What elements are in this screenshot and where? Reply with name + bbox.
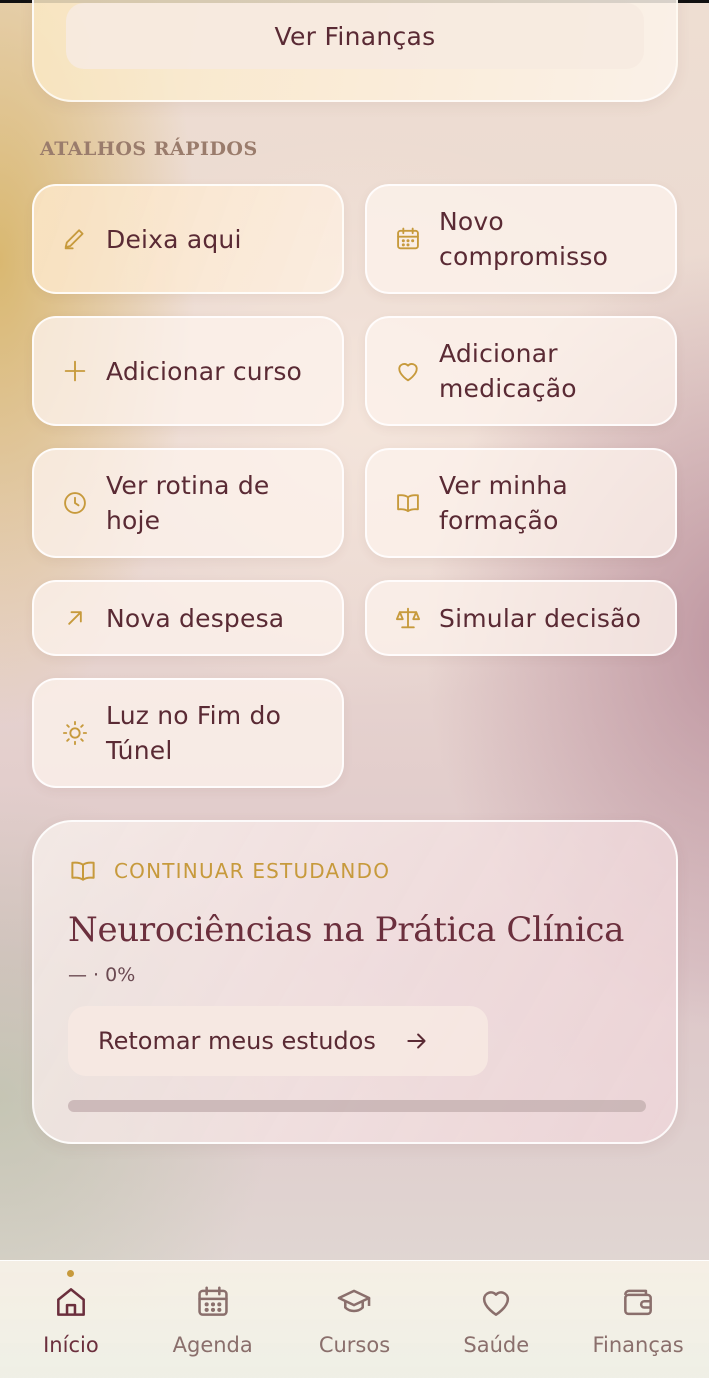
continue-studying-label: CONTINUAR ESTUDANDO — [114, 859, 391, 883]
shortcut-novo-compromisso[interactable]: Novo compromisso — [365, 184, 677, 294]
shortcut-adicionar-curso[interactable]: Adicionar curso — [32, 316, 344, 426]
graduation-cap-icon — [338, 1289, 371, 1313]
shortcut-label: Nova despesa — [106, 603, 285, 633]
shortcut-label: Adicionar curso — [106, 356, 303, 386]
sun-icon — [60, 718, 90, 748]
heart-icon — [483, 1291, 510, 1316]
wallet-icon — [624, 1289, 653, 1316]
shortcut-label: Luz no Fim do Túnel — [106, 701, 282, 765]
nav-item-saude[interactable]: Saúde — [425, 1261, 567, 1378]
calendar-icon — [197, 1286, 228, 1316]
nav-label: Saúde — [463, 1333, 530, 1357]
shortcut-label: Ver minha formação — [439, 471, 568, 535]
continue-studying-card: CONTINUAR ESTUDANDO Neurociências na Prá… — [32, 820, 678, 1144]
shortcut-label: Deixa aqui — [106, 224, 242, 254]
arrow-right-icon — [404, 1028, 430, 1054]
bottom-nav: Início Agenda Cursos Saúde Finanças — [0, 1260, 709, 1378]
shortcut-label: Adicionar medicação — [439, 339, 577, 403]
clock-icon — [60, 488, 90, 518]
nav-item-cursos[interactable]: Cursos — [284, 1261, 426, 1378]
shortcut-label: Novo compromisso — [439, 207, 609, 271]
shortcut-label: Simular decisão — [439, 603, 642, 633]
continue-studying-header: CONTINUAR ESTUDANDO — [68, 856, 390, 886]
nav-item-inicio[interactable]: Início — [0, 1261, 142, 1378]
nav-item-financas[interactable]: Finanças — [567, 1261, 709, 1378]
view-finances-button[interactable]: Ver Finanças — [66, 3, 644, 69]
shortcuts-section-title: ATALHOS RÁPIDOS — [40, 138, 258, 160]
course-progress-text: — · 0% — [68, 964, 136, 986]
shortcut-luz-no-fim-do-tunel[interactable]: Luz no Fim do Túnel — [32, 678, 344, 788]
nav-item-agenda[interactable]: Agenda — [142, 1261, 284, 1378]
heart-icon — [393, 356, 423, 386]
shortcut-nova-despesa[interactable]: Nova despesa — [32, 580, 344, 656]
home-icon — [56, 1288, 85, 1316]
shortcut-ver-formacao[interactable]: Ver minha formação — [365, 448, 677, 558]
book-icon — [71, 861, 95, 881]
shortcut-deixa-aqui[interactable]: Deixa aqui — [32, 184, 344, 294]
active-indicator-dot — [67, 1270, 75, 1277]
resume-studies-label: Retomar meus estudos — [98, 1027, 376, 1055]
resume-studies-button[interactable]: Retomar meus estudos — [68, 1006, 488, 1076]
shortcut-ver-rotina[interactable]: Ver rotina de hoje — [32, 448, 344, 558]
pencil-icon — [60, 224, 90, 254]
shortcut-simular-decisao[interactable]: Simular decisão — [365, 580, 677, 656]
nav-label: Finanças — [592, 1333, 684, 1357]
course-title: Neurociências na Prática Clínica — [68, 910, 625, 950]
nav-label: Início — [43, 1333, 99, 1357]
calendar-icon — [393, 224, 423, 254]
shortcut-label: Ver rotina de hoje — [106, 471, 270, 535]
plus-icon — [60, 356, 90, 386]
book-icon — [393, 488, 423, 518]
nav-label: Agenda — [172, 1333, 253, 1357]
course-progress-bar — [68, 1100, 646, 1112]
shortcut-adicionar-medicacao[interactable]: Adicionar medicação — [365, 316, 677, 426]
scale-icon — [393, 603, 423, 633]
arrow-up-right-icon — [60, 603, 90, 633]
nav-label: Cursos — [318, 1333, 391, 1357]
